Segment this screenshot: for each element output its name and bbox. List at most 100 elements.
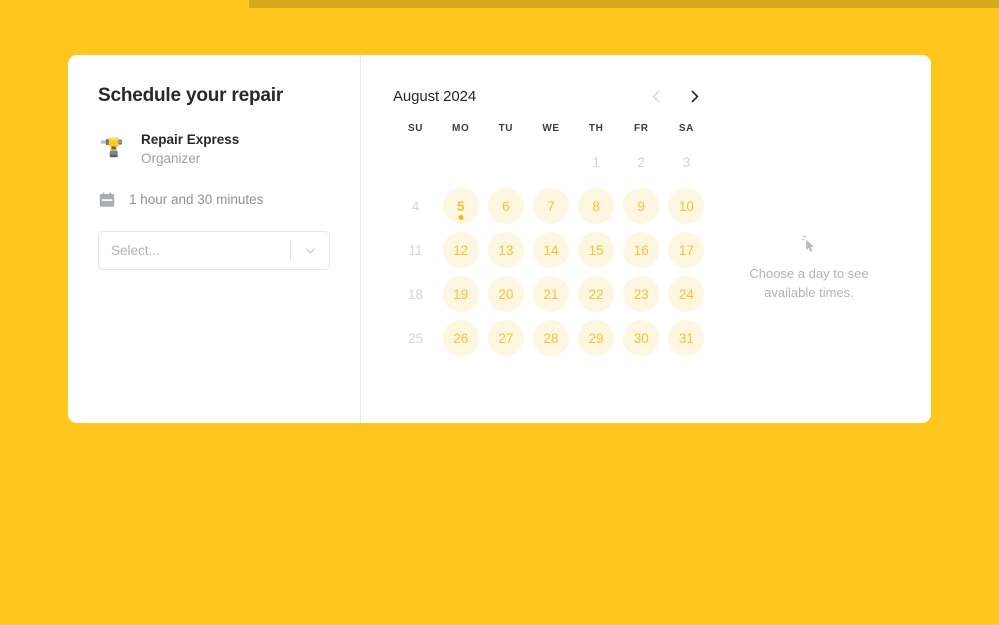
calendar-day-25: 25 [408,330,424,346]
calendar-day-19[interactable]: 19 [442,276,479,312]
calendar-day-5[interactable]: 5 [442,188,479,224]
calendar-day-26[interactable]: 26 [442,320,479,356]
available-times-panel: Choose a day to see available times. [709,81,909,423]
calendar-day-cell: 2 [619,144,664,180]
calendar-day-28[interactable]: 28 [532,320,569,356]
calendar-day-cell: 9 [619,188,664,224]
calendar-day-cell: 14 [528,232,573,268]
calendar-grid: 1 2 3 4 5 6 7 8 9 10 11 12 13 14 15 16 17 18 19 20 21 22 23 24 2… [393,144,709,356]
calendar-day-cell: 1 [574,144,619,180]
calendar-day-11: 11 [408,242,423,258]
calendar-day-3: 3 [682,154,691,170]
calendar-week-row: 4 5 6 7 8 9 10 [393,188,709,224]
cursor-click-icon [801,235,815,252]
calendar-day-2: 2 [637,154,646,170]
calendar-day-cell: 29 [574,320,619,356]
calendar-day-24[interactable]: 24 [668,276,705,312]
chevron-left-icon [652,90,659,102]
event-details-pane: Schedule your repair Repair Express Orga… [68,55,361,423]
weekday-header-row: SU MO TU WE TH FR SA [393,123,709,134]
calendar-day-cell: 12 [438,232,483,268]
calendar-day-cell: 18 [393,276,438,312]
calendar-day-cell [483,144,528,180]
calendar-day-16[interactable]: 16 [623,232,660,268]
duration-label: 1 hour and 30 minutes [129,191,264,207]
today-indicator-dot [458,215,464,220]
organizer-text: Repair Express Organizer [141,130,239,169]
calendar-day-29[interactable]: 29 [578,320,615,356]
calendar-day-cell: 21 [528,276,573,312]
weekday-label-mo: MO [452,123,470,134]
calendar-day-cell: 25 [393,320,438,356]
calendar-day-22[interactable]: 22 [578,276,615,312]
scheduler-pane: August 2024 SU MO TU WE TH FR SA 1 2 3 4 5 6 7 8 9 10 11… [361,55,931,423]
calendar-day-cell [438,144,483,180]
calendar-day-cell: 20 [483,276,528,312]
select-value: Select... [111,242,160,258]
calendar-day-cell: 17 [664,232,709,268]
calendar-day-cell: 27 [483,320,528,356]
calendar-day-27[interactable]: 27 [487,320,524,356]
calendar-week-row: 1 2 3 [393,144,709,180]
organizer-role: Organizer [141,151,201,167]
calendar-day-cell [393,144,438,180]
calendar: August 2024 SU MO TU WE TH FR SA 1 2 3 4 5 6 7 8 9 10 11… [393,81,709,423]
booking-card: Schedule your repair Repair Express Orga… [68,55,931,423]
calendar-day-cell: 7 [528,188,573,224]
calendar-day-20[interactable]: 20 [487,276,524,312]
calendar-icon [99,192,115,207]
calendar-day-8[interactable]: 8 [578,188,615,224]
previous-month-button[interactable] [641,81,671,111]
empty-state-message: Choose a day to see available times. [749,266,869,300]
calendar-month-label: August 2024 [393,87,477,105]
calendar-day-15[interactable]: 15 [578,232,615,268]
calendar-day-12[interactable]: 12 [442,232,479,268]
calendar-header: August 2024 [393,81,709,111]
calendar-day-cell: 8 [574,188,619,224]
calendar-day-cell: 10 [664,188,709,224]
calendar-day-6[interactable]: 6 [487,188,524,224]
calendar-day-4: 4 [411,198,420,214]
calendar-day-cell: 30 [619,320,664,356]
calendar-day-30[interactable]: 30 [623,320,660,356]
calendar-day-23[interactable]: 23 [623,276,660,312]
weekday-label-th: TH [588,123,604,134]
calendar-day-31[interactable]: 31 [668,320,705,356]
calendar-day-1: 1 [592,154,600,170]
calendar-day-cell: 6 [483,188,528,224]
page-title: Schedule your repair [98,85,284,106]
calendar-day-9[interactable]: 9 [623,188,660,224]
calendar-day-14[interactable]: 14 [532,232,569,268]
calendar-day-7[interactable]: 7 [532,188,569,224]
weekday-label-su: SU [408,123,424,134]
chevron-down-icon[interactable] [291,232,329,269]
calendar-day-17[interactable]: 17 [668,232,705,268]
drill-icon [100,137,123,158]
calendar-day-cell: 24 [664,276,709,312]
organizer-name: Repair Express [141,131,240,147]
top-accent-strip [249,0,999,8]
calendar-day-cell: 31 [664,320,709,356]
calendar-week-row: 11 12 13 14 15 16 17 [393,232,709,268]
calendar-day-cell: 16 [619,232,664,268]
calendar-week-row: 18 19 20 21 22 23 24 [393,276,709,312]
calendar-day-13[interactable]: 13 [487,232,524,268]
calendar-day-cell: 19 [438,276,483,312]
calendar-week-row: 25 26 27 28 29 30 31 [393,320,709,356]
timezone-select[interactable]: Select... [98,230,330,270]
calendar-day-10[interactable]: 10 [668,188,705,224]
chevron-right-icon [691,90,698,102]
calendar-day-cell: 22 [574,276,619,312]
calendar-day-21[interactable]: 21 [532,276,569,312]
calendar-day-cell: 15 [574,232,619,268]
calendar-day-cell: 13 [483,232,528,268]
organizer-row: Repair Express Organizer [98,130,330,169]
calendar-day-18: 18 [408,286,424,302]
duration-row: 1 hour and 30 minutes [98,191,330,209]
next-month-button[interactable] [679,81,709,111]
calendar-day-cell: 28 [528,320,573,356]
calendar-day-cell: 4 [393,188,438,224]
calendar-day-cell: 26 [438,320,483,356]
calendar-day-cell: 11 [393,232,438,268]
weekday-label-we: WE [542,123,560,134]
